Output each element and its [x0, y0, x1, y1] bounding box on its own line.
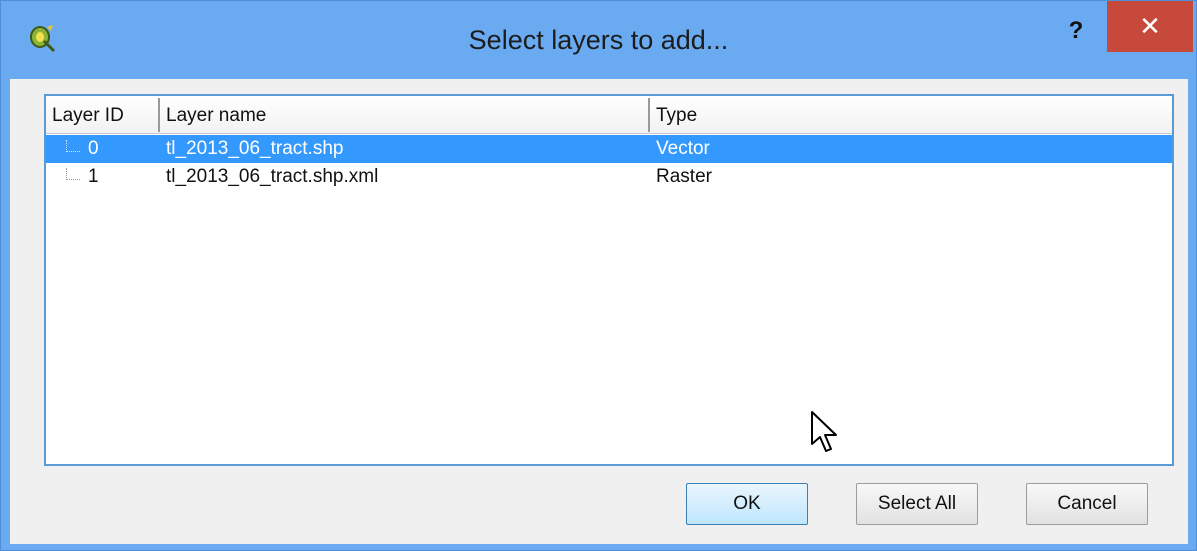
column-header-type[interactable]: Type [650, 96, 1170, 134]
help-button[interactable]: ? [1053, 9, 1099, 53]
column-header-layer-id[interactable]: Layer ID [46, 96, 158, 134]
dialog-body: Layer ID Layer name Type 0 tl_2013_06_tr… [10, 79, 1188, 544]
close-button[interactable]: ✕ [1107, 1, 1193, 52]
cancel-button[interactable]: Cancel [1026, 483, 1148, 525]
ok-button[interactable]: OK [686, 483, 808, 525]
layer-name-cell: tl_2013_06_tract.shp [166, 138, 344, 159]
table-row[interactable]: 0 tl_2013_06_tract.shp Vector [46, 135, 1172, 163]
layers-tree-view[interactable]: Layer ID Layer name Type 0 tl_2013_06_tr… [44, 94, 1174, 466]
close-icon: ✕ [1139, 11, 1161, 41]
select-all-button[interactable]: Select All [856, 483, 978, 525]
layer-name-cell: tl_2013_06_tract.shp.xml [166, 166, 379, 187]
layer-type-cell: Vector [656, 138, 710, 159]
tree-branch-line [66, 168, 80, 180]
title-bar[interactable]: Select layers to add... ? ✕ [1, 1, 1196, 87]
layer-id-cell: 1 [88, 166, 99, 187]
layer-id-cell: 0 [88, 138, 99, 159]
layer-type-cell: Raster [656, 166, 712, 187]
tree-branch-line [66, 140, 80, 152]
mouse-pointer-icon [810, 410, 840, 454]
table-header: Layer ID Layer name Type [46, 96, 1172, 134]
table-row[interactable]: 1 tl_2013_06_tract.shp.xml Raster [46, 163, 1172, 191]
column-header-layer-name[interactable]: Layer name [160, 96, 648, 134]
window-title: Select layers to add... [468, 25, 729, 55]
dialog-window: Select layers to add... ? ✕ Layer ID Lay… [0, 0, 1197, 551]
